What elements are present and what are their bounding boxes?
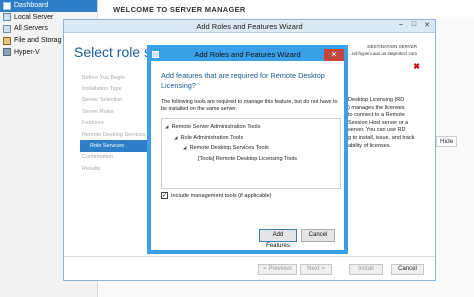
- features-tree: ◢ Remote Server Administration Tools ◢ R…: [161, 118, 341, 189]
- destination-server-name: ...nd-hyperv.aus.us.steprotect.com: [348, 51, 417, 56]
- wizard-steps: Before You Begin Installation Type Serve…: [80, 72, 164, 175]
- add-features-dialog: Add Roles and Features Wizard ✕ Add feat…: [147, 45, 348, 254]
- expand-arrow-icon[interactable]: ◢: [174, 135, 177, 141]
- dialog-description: The following tools are required to mana…: [161, 99, 338, 113]
- expand-arrow-icon[interactable]: ◢: [165, 124, 168, 130]
- role-description: Desktop Licensing (RD ) manages the lice…: [348, 97, 418, 150]
- close-icon[interactable]: ✕: [421, 21, 433, 29]
- dialog-heading: Add features that are required for Remot…: [161, 71, 325, 90]
- include-tools-checkbox[interactable]: ✓ Include management tools (if applicabl…: [161, 192, 271, 199]
- step-server-selection[interactable]: Server Selection: [80, 95, 150, 106]
- sidebar-item-dashboard[interactable]: Dashboard: [0, 0, 97, 12]
- sidebar-item-label: Hyper-V: [14, 48, 40, 56]
- destination-server-label: DESTINATION SERVER: [367, 44, 417, 49]
- description-line: server. You can use RD: [348, 127, 406, 134]
- tree-node[interactable]: [Tools] Remote Desktop Licensing Tools: [162, 154, 340, 165]
- step-features[interactable]: Features: [80, 118, 150, 129]
- wizard-titlebar: Add Roles and Features Wizard – □ ✕: [64, 20, 435, 33]
- dashboard-icon: [3, 1, 11, 10]
- step-remote-desktop-services[interactable]: Remote Desktop Services: [80, 129, 150, 140]
- step-results[interactable]: Results: [80, 163, 150, 174]
- description-line: ) manages the licenses: [348, 104, 405, 111]
- previous-button[interactable]: < Previous: [258, 264, 297, 275]
- description-line: Desktop Licensing (RD: [348, 97, 405, 103]
- tree-node[interactable]: ◢ Remote Desktop Services Tools: [162, 143, 340, 154]
- maximize-icon[interactable]: □: [408, 21, 420, 28]
- tree-node[interactable]: ◢ Remote Server Administration Tools: [162, 122, 340, 133]
- tree-node-label: [Tools] Remote Desktop Licensing Tools: [198, 155, 298, 162]
- sidebar-item-label: All Servers: [14, 25, 48, 33]
- install-button[interactable]: Install: [349, 264, 383, 275]
- step-server-roles[interactable]: Server Roles: [80, 106, 150, 117]
- checkmark-icon[interactable]: ✓: [161, 192, 168, 199]
- description-line: to connect to a Remote: [348, 112, 405, 119]
- dialog-title: Add Roles and Features Wizard: [194, 50, 301, 59]
- step-before-you-begin[interactable]: Before You Begin: [80, 72, 150, 83]
- expand-arrow-icon[interactable]: ◢: [183, 145, 186, 151]
- sidebar-item-label: Dashboard: [14, 2, 49, 10]
- description-line: ability of licenses.: [348, 142, 392, 149]
- next-button[interactable]: Next >: [300, 264, 332, 275]
- tree-node-label: Remote Desktop Services Tools: [189, 145, 269, 152]
- hyperv-icon: [3, 48, 11, 57]
- sidebar-item-label: File and Storag: [14, 37, 62, 45]
- wizard-title: Add Roles and Features Wizard: [196, 22, 303, 31]
- dialog-titlebar: Add Roles and Features Wizard ✕: [151, 49, 344, 61]
- cancel-button[interactable]: Cancel: [301, 229, 335, 242]
- tree-node-label: Role Administration Tools: [180, 134, 244, 141]
- footer-divider: [64, 256, 435, 257]
- add-features-button[interactable]: Add Features: [259, 229, 297, 249]
- wizard-cancel-button[interactable]: Cancel: [391, 264, 424, 275]
- server-manager-header: WELCOME TO SERVER MANAGER: [99, 0, 474, 17]
- description-line: g to install, issue, and track: [348, 134, 415, 141]
- sidebar-item-label: Local Server: [14, 13, 54, 21]
- minimize-icon[interactable]: –: [395, 21, 407, 28]
- hide-button[interactable]: Hide: [436, 136, 458, 147]
- storage-icon: [3, 36, 11, 45]
- page-title: WELCOME TO SERVER MANAGER: [113, 5, 246, 14]
- servers-icon: [3, 24, 11, 33]
- tree-node-label: Remote Server Administration Tools: [171, 124, 261, 131]
- description-line: Session Host server or a: [348, 119, 409, 126]
- error-x-icon: ✖: [413, 62, 420, 71]
- tree-node[interactable]: ◢ Role Administration Tools: [162, 133, 340, 144]
- dialog-close-icon[interactable]: ✕: [324, 49, 344, 61]
- server-icon: [3, 13, 11, 22]
- step-confirmation[interactable]: Confirmation: [80, 152, 150, 163]
- step-installation-type[interactable]: Installation Type: [80, 83, 150, 94]
- include-tools-label: Include management tools (if applicable): [171, 192, 272, 199]
